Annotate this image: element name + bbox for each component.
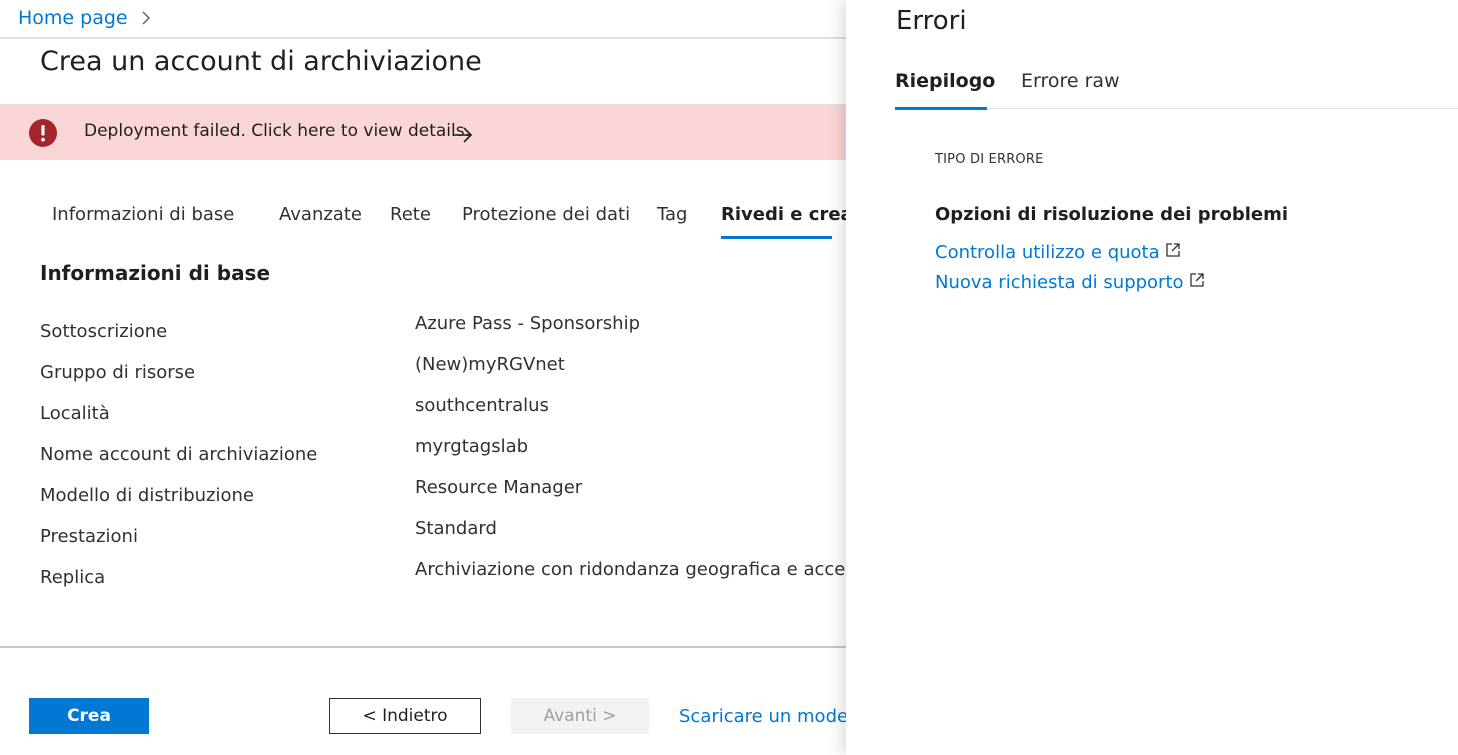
- banner-message: Deployment failed. Click here to view de…: [84, 121, 470, 141]
- tab-raw-error[interactable]: Errore raw: [1021, 70, 1120, 92]
- main-blade: Home page Crea un account di archiviazio…: [0, 0, 875, 755]
- section-title: Informazioni di base: [40, 261, 271, 285]
- active-tab-indicator: [721, 236, 832, 239]
- download-template-link[interactable]: Scaricare un modell: [679, 706, 858, 727]
- summary-value-subscription: Azure Pass - Sponsorship: [415, 313, 641, 334]
- create-button[interactable]: Crea: [29, 698, 149, 734]
- breadcrumb-home-link[interactable]: Home page: [18, 7, 128, 29]
- external-link-icon: [1165, 242, 1181, 258]
- summary-label-account-name: Nome account di archiviazione: [40, 444, 318, 465]
- errors-panel: Errori Riepilogo Errore raw TIPO DI ERRO…: [846, 0, 1458, 755]
- tab-network[interactable]: Rete: [390, 204, 431, 225]
- page: Home page Crea un account di archiviazio…: [0, 0, 1458, 755]
- tab-review-create[interactable]: Rivedi e crea: [721, 204, 853, 225]
- chevron-right-icon: [138, 10, 154, 26]
- tab-data-protection[interactable]: Protezione dei dati: [462, 204, 630, 225]
- divider: [0, 37, 846, 39]
- summary-value-location: southcentralus: [415, 395, 549, 416]
- summary-value-deployment-model: Resource Manager: [415, 477, 583, 498]
- tab-basics[interactable]: Informazioni di base: [52, 204, 234, 225]
- summary-value-performance: Standard: [415, 518, 497, 539]
- tab-tags[interactable]: Tag: [657, 204, 687, 225]
- summary-value-account-name: myrgtagslab: [415, 436, 529, 457]
- error-icon: [28, 118, 58, 148]
- deployment-failed-banner[interactable]: Deployment failed. Click here to view de…: [0, 105, 846, 160]
- new-support-request-link[interactable]: Nuova richiesta di supporto: [935, 272, 1205, 293]
- summary-label-subscription: Sottoscrizione: [40, 321, 168, 342]
- tab-advanced[interactable]: Avanzate: [279, 204, 362, 225]
- next-button: Avanti >: [511, 698, 649, 734]
- check-usage-quota-link[interactable]: Controlla utilizzo e quota: [935, 242, 1181, 263]
- page-title: Crea un account di archiviazione: [40, 46, 482, 77]
- troubleshooting-heading: Opzioni di risoluzione dei problemi: [935, 204, 1289, 225]
- summary-label-resource-group: Gruppo di risorse: [40, 362, 196, 383]
- summary-value-resource-group: (New)myRGVnet: [415, 354, 565, 375]
- link-label: Controlla utilizzo e quota: [935, 242, 1160, 263]
- footer-divider: [0, 646, 846, 648]
- link-label: Nuova richiesta di supporto: [935, 272, 1184, 293]
- external-link-icon: [1189, 272, 1205, 288]
- summary-label-replication: Replica: [40, 567, 106, 588]
- summary-label-performance: Prestazioni: [40, 526, 138, 547]
- summary-label-deployment-model: Modello di distribuzione: [40, 485, 254, 506]
- back-button[interactable]: < Indietro: [329, 698, 481, 734]
- summary-value-replication: Archiviazione con ridondanza geografica …: [415, 559, 876, 580]
- tab-summary[interactable]: Riepilogo: [895, 70, 995, 92]
- wizard-tabs: Informazioni di base Avanzate Rete Prote…: [0, 196, 853, 240]
- summary-label-location: Località: [40, 403, 110, 424]
- active-tab-indicator: [895, 107, 987, 110]
- breadcrumb: Home page: [18, 7, 154, 29]
- arrow-right-icon: [452, 127, 474, 143]
- panel-title: Errori: [896, 6, 967, 36]
- error-type-label: TIPO DI ERRORE: [935, 152, 1044, 167]
